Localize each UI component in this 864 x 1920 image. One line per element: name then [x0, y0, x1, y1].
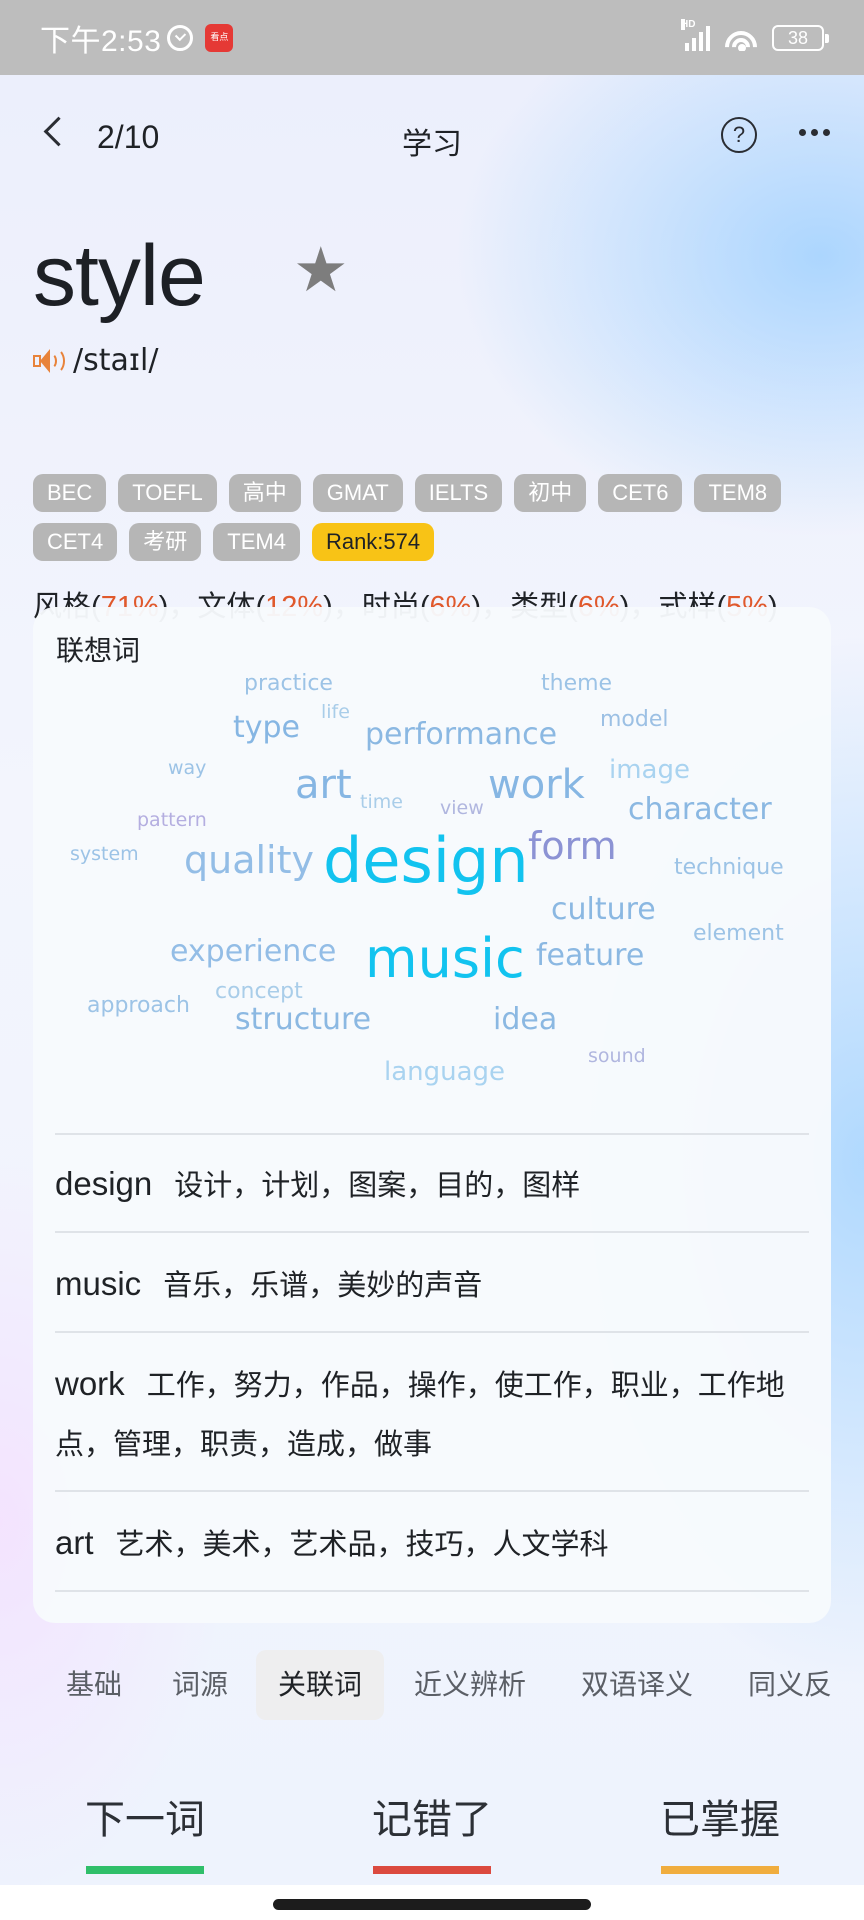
next-word-button[interactable]: 下一词	[80, 1780, 210, 1874]
more-options-icon[interactable]	[799, 129, 830, 136]
battery-icon: 38	[772, 24, 829, 51]
cloud-word[interactable]: theme	[541, 673, 612, 695]
exam-tag: CET4	[33, 523, 118, 561]
help-icon[interactable]: ?	[721, 117, 757, 153]
mastered-label: 已掌握	[660, 1798, 780, 1842]
cloud-word[interactable]: design	[323, 830, 529, 892]
wifi-icon	[724, 24, 758, 51]
section-tabs: 基础 词源 关联词 近义辨析 双语译义 同义反	[0, 1640, 864, 1720]
tab-6[interactable]: 同义反	[748, 1650, 832, 1720]
exam-tag: IELTS	[414, 474, 503, 512]
home-indicator[interactable]	[273, 1899, 591, 1910]
exam-tag: 高中	[228, 474, 301, 512]
exam-tag: TEM4	[213, 523, 300, 561]
rank-badge: Rank:574	[311, 523, 435, 561]
definition-row[interactable]: work 工作，努力，作品，操作，使工作，职业，工作地点，管理，职责，造成，做事	[55, 1331, 809, 1492]
exam-tag: TOEFL	[118, 474, 217, 512]
tab-2[interactable]: 词源	[172, 1650, 228, 1720]
cloud-word[interactable]: quality	[184, 841, 314, 879]
cloud-word[interactable]: image	[609, 757, 690, 783]
tab-3[interactable]: 关联词	[256, 1650, 385, 1720]
definition-word: design	[55, 1165, 153, 1202]
cloud-word[interactable]: feature	[536, 941, 644, 971]
definition-row[interactable]: music 音乐，乐谱，美妙的声音	[55, 1231, 809, 1333]
cloud-word[interactable]: way	[168, 759, 206, 778]
alarm-icon	[167, 24, 194, 51]
associated-words-card: 联想词 practice theme type life performance mode…	[33, 607, 831, 1623]
back-button[interactable]	[38, 115, 68, 151]
network-type-label: HD	[681, 18, 696, 30]
cloud-word[interactable]: work	[488, 765, 585, 805]
cloud-word[interactable]: culture	[551, 895, 656, 925]
headword: style	[33, 228, 206, 324]
favorite-star-icon[interactable]: ★	[293, 240, 351, 302]
cloud-word[interactable]: music	[365, 932, 525, 986]
marked-wrong-label: 记错了	[372, 1798, 492, 1842]
cloud-word[interactable]: performance	[365, 720, 557, 750]
definition-row[interactable]: quality品质，才能，高品质的，特质	[55, 1590, 809, 1623]
cloud-word[interactable]: time	[360, 793, 403, 812]
exam-tag: BEC	[33, 474, 107, 512]
cloud-word[interactable]: life	[321, 703, 350, 722]
definition-word: art	[55, 1524, 94, 1561]
exam-tag: TEM8	[694, 474, 782, 512]
cloud-word[interactable]: element	[693, 923, 784, 945]
cloud-word[interactable]: type	[233, 713, 300, 743]
speaker-icon[interactable]	[33, 347, 67, 375]
phonetic-text: /staɪl/	[73, 343, 159, 378]
cellular-signal-icon: HD	[681, 18, 710, 51]
definition-meaning: 音乐，乐谱，美妙的声音	[163, 1270, 483, 1302]
tab-5[interactable]: 双语译义	[581, 1650, 693, 1720]
pronunciation: /staɪl/	[33, 343, 158, 378]
cloud-word[interactable]: technique	[674, 857, 784, 879]
cloud-word[interactable]: structure	[235, 1005, 371, 1035]
cloud-word[interactable]: language	[384, 1059, 505, 1085]
mastered-indicator	[661, 1866, 779, 1874]
cloud-word[interactable]: system	[70, 845, 139, 864]
definition-row[interactable]: art 艺术，美术，艺术品，技巧，人文学科	[55, 1490, 809, 1592]
cloud-word[interactable]: practice	[244, 673, 333, 695]
marked-wrong-indicator	[373, 1866, 491, 1874]
top-nav: 2/10 学习 ?	[0, 75, 864, 187]
next-word-label: 下一词	[85, 1798, 205, 1842]
exam-tag: 初中	[514, 474, 587, 512]
cloud-word[interactable]: view	[440, 799, 484, 818]
exam-tags: BEC TOEFL 高中 GMAT IELTS 初中 CET6 TEM8 CET4 考研 TEM4 R…	[33, 474, 833, 561]
definition-meaning: 艺术，美术，艺术品，技巧，人文学科	[115, 1529, 609, 1561]
cloud-word[interactable]: model	[600, 709, 669, 731]
definition-word: work	[55, 1365, 125, 1402]
definition-meaning: 设计，计划，图案，目的，图样	[174, 1170, 581, 1202]
exam-tag: CET6	[598, 474, 683, 512]
mastered-button[interactable]: 已掌握	[655, 1780, 785, 1874]
marked-wrong-button[interactable]: 记错了	[367, 1780, 497, 1874]
cloud-word[interactable]: art	[295, 765, 352, 805]
cloud-word[interactable]: pattern	[137, 811, 207, 830]
cloud-word[interactable]: sound	[588, 1047, 646, 1066]
progress-counter: 2/10	[97, 119, 160, 155]
status-bar: 下午2:53 看点 HD 38	[0, 0, 864, 75]
cloud-word[interactable]: form	[528, 827, 617, 865]
app-screen: 2/10 学习 ? style ★ /staɪl/ BEC TOEFL 高中 GMAT…	[0, 75, 864, 1885]
definition-word: music	[55, 1265, 142, 1302]
cloud-word[interactable]: experience	[170, 937, 336, 967]
cloud-word[interactable]: concept	[215, 981, 303, 1003]
status-time: 下午2:53	[40, 24, 162, 58]
definition-row[interactable]: design 设计，计划，图案，目的，图样	[55, 1133, 809, 1233]
exam-tag: GMAT	[312, 474, 403, 512]
next-word-indicator	[86, 1866, 204, 1874]
cloud-word[interactable]: approach	[87, 995, 190, 1017]
exam-tag: 考研	[129, 523, 202, 561]
word-cloud: practice theme type life performance model way…	[33, 607, 831, 1147]
review-actions: 下一词 记错了 已掌握	[0, 1780, 864, 1900]
app-notification-icon: 看点	[205, 23, 234, 52]
cloud-word[interactable]: idea	[493, 1005, 557, 1035]
cloud-word[interactable]: character	[628, 795, 772, 825]
definition-meaning: 工作，努力，作品，操作，使工作，职业，工作地点，管理，职责，造成，做事	[55, 1370, 785, 1461]
definition-list: design 设计，计划，图案，目的，图样 music 音乐，乐谱，美妙的声音 work…	[55, 1133, 809, 1623]
tab-4[interactable]: 近义辨析	[414, 1650, 526, 1720]
tab-1[interactable]: 基础	[66, 1650, 122, 1720]
